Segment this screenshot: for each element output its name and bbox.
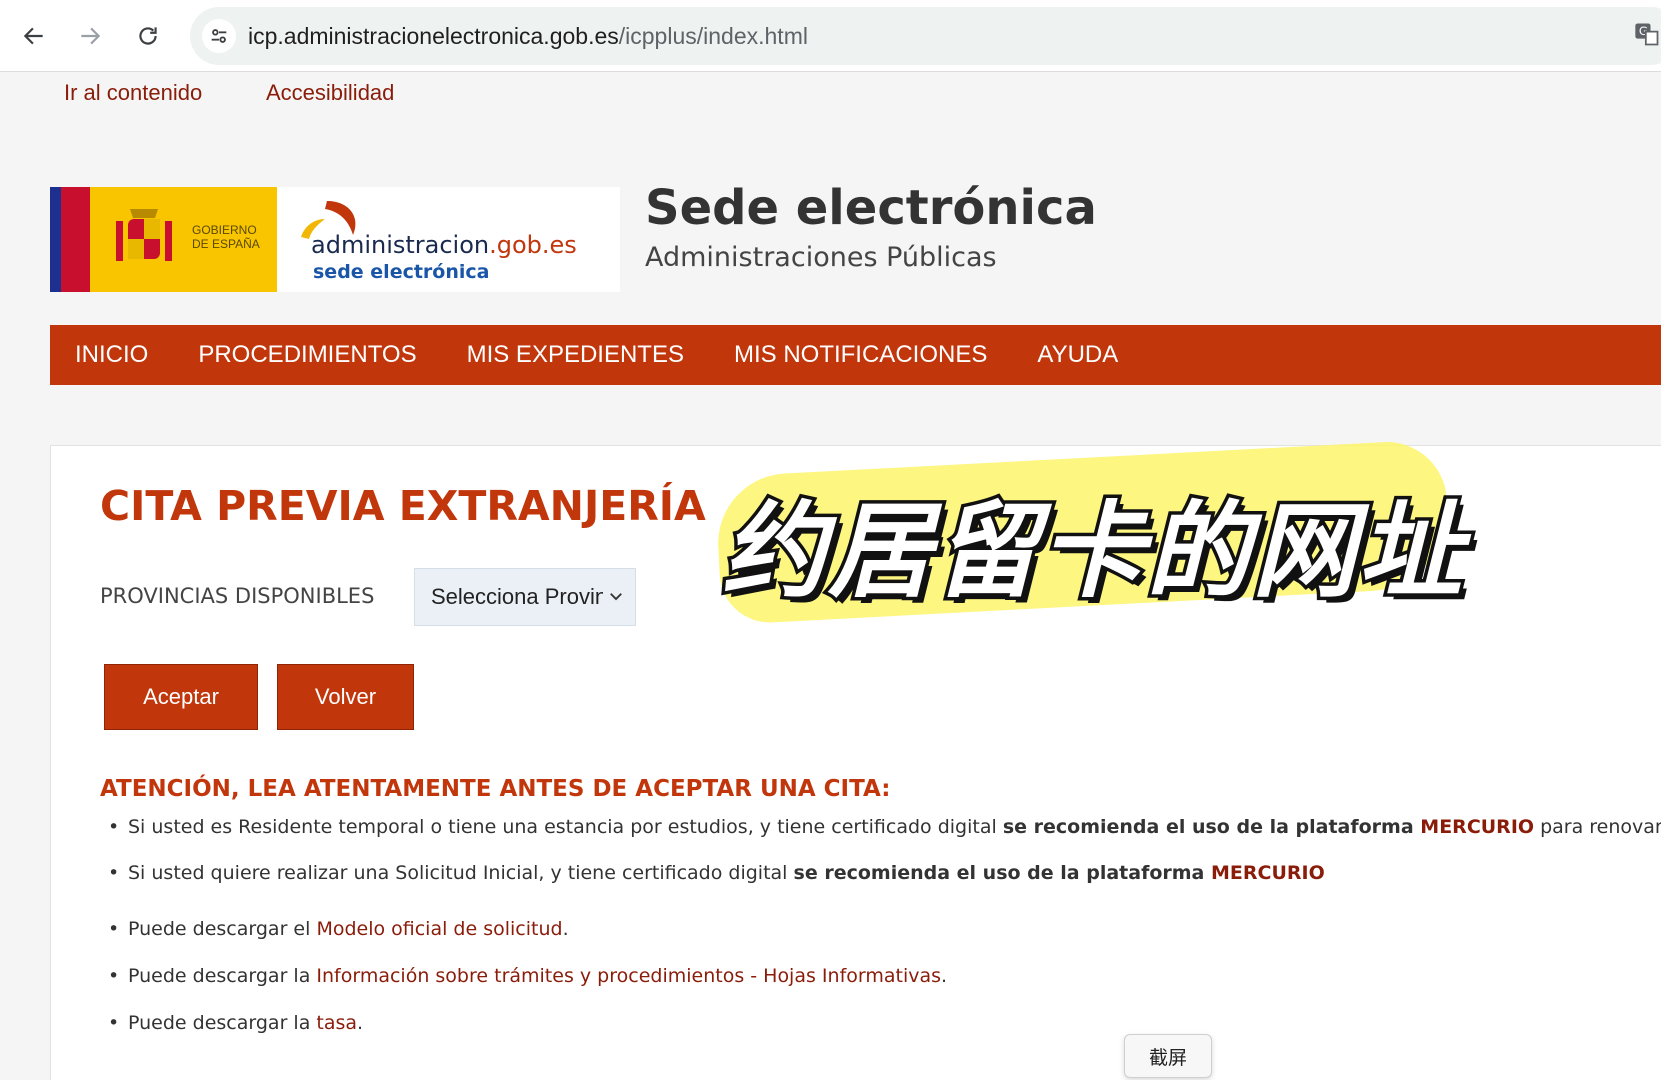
address-bar[interactable]: icp.administracionelectronica.gob.es/icp… [190, 7, 1661, 65]
reload-icon [139, 27, 157, 45]
reload-button[interactable] [128, 16, 168, 56]
nav-item-mis-expedientes[interactable]: MIS EXPEDIENTES [442, 341, 709, 369]
site-title: Sede electrónica [645, 180, 1097, 236]
tasa-link[interactable]: tasa [316, 1012, 357, 1034]
main-nav: INICIO PROCEDIMIENTOS MIS EXPEDIENTES MI… [50, 325, 1661, 385]
browser-toolbar: icp.administracionelectronica.gob.es/icp… [0, 0, 1661, 72]
url-path: /icpplus/index.html [618, 23, 808, 49]
list-item: Puede descargar la tasa. [100, 1012, 363, 1034]
site-info-button[interactable] [202, 19, 236, 53]
accessibility-link[interactable]: Accesibilidad [266, 80, 394, 106]
flag-strip [50, 187, 90, 292]
nav-item-mis-notificaciones[interactable]: MIS NOTIFICACIONES [709, 341, 1012, 369]
gobierno-logo-text: GOBIERNO DE ESPAÑA [192, 223, 260, 251]
header-logos[interactable]: GOBIERNO DE ESPAÑA administracion.gob.es … [50, 187, 620, 292]
translate-button[interactable]: G [1633, 20, 1661, 50]
url-host: icp.administracionelectronica.gob.es [248, 23, 619, 49]
nav-item-procedimientos[interactable]: PROCEDIMIENTOS [173, 341, 441, 369]
coat-of-arms-icon [116, 209, 172, 261]
gobierno-espana-logo: GOBIERNO DE ESPAÑA [50, 187, 277, 292]
overlay-caption: 约居留卡的网址 [718, 487, 1465, 616]
administracion-logo: administracion.gob.es sede electrónica [277, 187, 620, 292]
mercurio-link[interactable]: MERCURIO [1420, 816, 1534, 838]
admin-logo-sub: sede electrónica [313, 261, 490, 283]
arrow-right-icon [81, 27, 101, 45]
page-title: CITA PREVIA EXTRANJERÍA [100, 482, 706, 530]
modelo-solicitud-link[interactable]: Modelo oficial de solicitud [316, 918, 562, 940]
chevron-down-icon [610, 593, 622, 601]
list-item: Puede descargar la Información sobre trá… [100, 965, 947, 987]
forward-button[interactable] [70, 16, 110, 56]
list-item: Si usted es Residente temporal o tiene u… [100, 816, 1661, 838]
hojas-informativas-link[interactable]: Información sobre trámites y procedimien… [316, 965, 941, 987]
translate-icon: G [1635, 23, 1659, 46]
site-subtitle: Administraciones Públicas [645, 242, 997, 273]
admin-logo-name: administracion.gob.es [311, 231, 577, 259]
screenshot-tooltip: 截屏 [1124, 1034, 1212, 1078]
accept-button[interactable]: Aceptar [104, 664, 258, 730]
skip-to-content-link[interactable]: Ir al contenido [64, 80, 202, 106]
province-select-value: Selecciona Provincia [431, 584, 603, 609]
province-select[interactable]: Selecciona Provincia [414, 568, 636, 626]
back-link-button[interactable]: Volver [277, 664, 414, 730]
provinces-label: PROVINCIAS DISPONIBLES [100, 584, 375, 608]
url-text[interactable]: icp.administracionelectronica.gob.es/icp… [248, 23, 808, 50]
mercurio-link[interactable]: MERCURIO [1211, 862, 1325, 884]
list-item: Si usted quiere realizar una Solicitud I… [100, 862, 1325, 884]
back-button[interactable] [14, 16, 54, 56]
tune-icon [211, 29, 227, 43]
arrow-left-icon [23, 27, 43, 45]
list-item: Puede descargar el Modelo oficial de sol… [100, 918, 569, 940]
nav-item-inicio[interactable]: INICIO [50, 341, 173, 369]
nav-item-ayuda[interactable]: AYUDA [1012, 341, 1143, 369]
notice-title: ATENCIÓN, LEA ATENTAMENTE ANTES DE ACEPT… [100, 776, 891, 802]
